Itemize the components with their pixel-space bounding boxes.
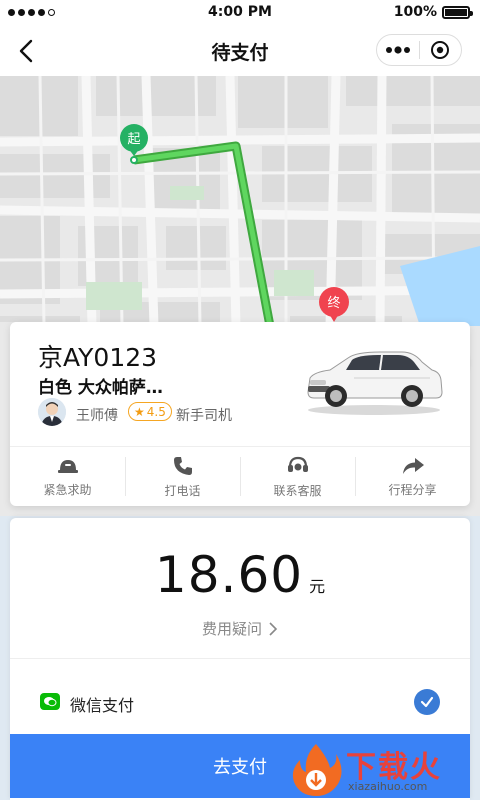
start-marker-label: 起 <box>127 132 140 147</box>
screen: 起 终 4:00 PM 100% 待支付 京AY0123 白色 大众帕萨… 王师… <box>0 0 480 800</box>
driver-actions: 紧急求助 打电话 联系客服 行程分享 <box>10 447 470 506</box>
watermark-url: xiazaihuo.com <box>348 780 428 793</box>
pay-button-label: 去支付 <box>213 757 267 778</box>
car-image <box>307 351 443 415</box>
fare-unit: 元 <box>309 577 326 596</box>
checkmark-icon <box>420 696 434 708</box>
phone-icon <box>173 456 192 475</box>
fee-query-label: 费用疑问 <box>201 620 262 638</box>
payment-method-label: 微信支付 <box>70 696 135 715</box>
license-plate: 京AY0123 <box>38 343 158 372</box>
action-customer-service[interactable]: 联系客服 <box>240 447 355 506</box>
action-customer-service-label: 联系客服 <box>273 483 322 498</box>
mini-program-capsule <box>376 34 462 66</box>
share-arrow-icon <box>402 457 424 474</box>
more-dots-icon <box>385 46 410 54</box>
car-description: 白色 大众帕萨… <box>38 378 163 398</box>
end-marker-label: 终 <box>327 295 340 311</box>
fee-query-link[interactable]: 费用疑问 <box>10 618 470 639</box>
chevron-right-icon <box>269 621 278 636</box>
star-icon: ★ <box>134 404 145 419</box>
fare-amount-value: 18.60 <box>154 546 304 604</box>
payment-selected-check[interactable] <box>414 689 440 715</box>
battery-percent: 100% <box>393 4 437 20</box>
action-call-label: 打电话 <box>164 483 201 498</box>
more-button[interactable] <box>377 35 419 65</box>
site-watermark: 下载火 xiazaihuo.com <box>284 736 480 800</box>
driver-avatar <box>38 398 66 426</box>
driver-tag: 新手司机 <box>176 408 232 424</box>
emergency-siren-icon <box>57 459 78 473</box>
status-bar: 4:00 PM 100% <box>0 0 480 26</box>
fare-amount: 18.60 元 <box>10 546 470 604</box>
action-share-trip[interactable]: 行程分享 <box>355 447 470 506</box>
battery-status: 100% <box>393 4 473 20</box>
customer-service-icon <box>287 456 308 472</box>
target-close-icon <box>431 41 450 59</box>
driver-rating-badge: ★ 4.5 <box>128 402 172 421</box>
wechat-pay-icon <box>40 693 60 710</box>
battery-icon <box>442 5 473 19</box>
payment-divider <box>10 658 470 659</box>
driver-card: 京AY0123 白色 大众帕萨… 王师傅 ★ 4.5 新手司机 紧急求助 打电话… <box>10 322 470 506</box>
action-emergency-label: 紧急求助 <box>43 482 92 497</box>
action-emergency[interactable]: 紧急求助 <box>10 447 125 506</box>
nav-bar: 待支付 <box>0 26 480 76</box>
action-share-trip-label: 行程分享 <box>388 482 437 497</box>
close-button[interactable] <box>420 35 462 65</box>
driver-name: 王师傅 <box>76 408 118 424</box>
driver-rating-value: 4.5 <box>146 404 166 419</box>
action-call[interactable]: 打电话 <box>125 447 240 506</box>
payment-method-wechat[interactable]: 微信支付 <box>10 678 470 724</box>
flame-logo-icon <box>292 744 342 796</box>
